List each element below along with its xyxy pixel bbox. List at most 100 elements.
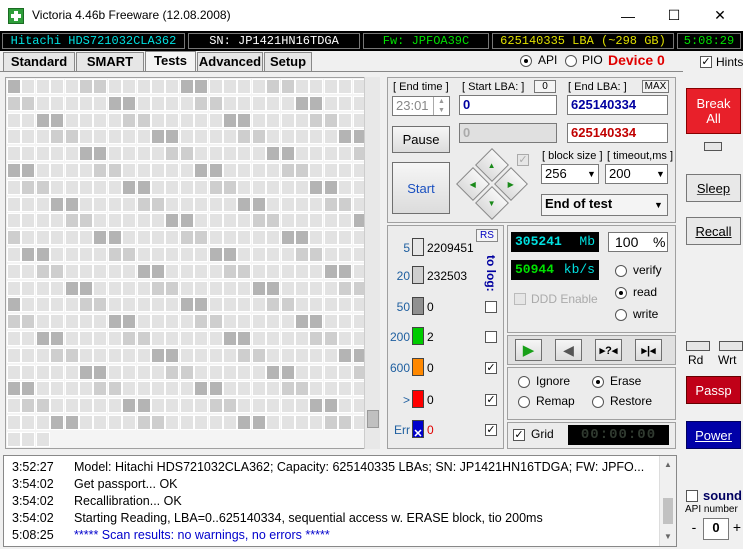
grid-cell [338, 112, 353, 128]
to-end-icon[interactable]: ▸|◂ [635, 339, 662, 361]
verify-radio[interactable] [615, 265, 627, 277]
grid-cell [107, 163, 122, 178]
drive-capacity: 625140335 LBA (~298 GB) [492, 33, 674, 49]
end-lba-max-button[interactable]: MAX [642, 80, 669, 93]
grid-checkbox[interactable]: ✓ [513, 429, 525, 441]
to-log-checkbox[interactable]: ✓ [485, 362, 497, 374]
grid-cell [251, 398, 266, 414]
maximize-button[interactable]: ☐ [651, 0, 697, 31]
recall-button[interactable]: Recall [686, 217, 741, 245]
log-row: 3:54:02 Starting Reading, LBA=0..62514033… [12, 511, 543, 528]
passp-button[interactable]: Passp [686, 376, 741, 404]
grid-cell [35, 364, 50, 380]
grid-cell [237, 297, 252, 313]
grid-cell [151, 213, 165, 229]
api-number-input[interactable]: 0 [703, 518, 729, 540]
log-scroll-down-icon[interactable]: ▼ [664, 532, 672, 541]
rs-button[interactable]: RS [476, 229, 498, 242]
to-log-checkbox[interactable] [485, 331, 497, 343]
rewind-icon[interactable]: ◀ [555, 339, 582, 361]
grid-cell [7, 431, 21, 447]
grid-cell [64, 112, 79, 128]
api-number-minus[interactable]: - [686, 519, 702, 539]
start-button[interactable]: Start [392, 162, 450, 214]
api-radio[interactable] [520, 55, 532, 67]
skip-seek-icon[interactable]: ▸?◂ [595, 339, 622, 361]
sleep-button[interactable]: Sleep [686, 174, 741, 202]
break-all-button[interactable]: Break All [686, 88, 741, 134]
timeout-dropdown-icon[interactable]: ▼ [654, 165, 667, 183]
grid-cell [237, 364, 252, 380]
grid-cell [309, 331, 324, 346]
ignore-radio[interactable] [518, 376, 530, 388]
stats-color-block [412, 266, 424, 284]
ddd-enable-checkbox[interactable] [514, 293, 526, 305]
end-action-dropdown-icon[interactable]: ▼ [651, 196, 666, 214]
tab-standard[interactable]: Standard [3, 52, 75, 71]
grid-cell [7, 364, 21, 380]
grid-cell [151, 196, 165, 212]
erase-radio[interactable] [592, 376, 604, 388]
end-lba-input[interactable]: 625140334 [567, 95, 668, 115]
end-action-select[interactable]: End of test [541, 194, 668, 216]
grid-cell [136, 347, 151, 363]
grid-cell [21, 112, 36, 128]
tab-smart[interactable]: SMART [76, 52, 144, 71]
hints-checkbox[interactable]: ✓ [700, 56, 712, 68]
grid-cell [338, 213, 353, 229]
power-button[interactable]: Power [686, 421, 741, 449]
pause-button[interactable]: Pause [392, 126, 450, 153]
stats-label: > [402, 393, 410, 407]
grid-cell [7, 213, 21, 229]
log-scrollbar-thumb[interactable] [663, 498, 673, 524]
tab-advanced[interactable]: Advanced [197, 52, 263, 71]
to-log-checkbox[interactable]: ✓ [485, 424, 497, 436]
to-log-checkbox[interactable]: ✓ [485, 394, 497, 406]
stats-color-block [412, 327, 424, 345]
start-lba-input[interactable]: 0 [459, 95, 557, 115]
wrt-label: Wrt [718, 353, 737, 367]
grid-cell [323, 247, 338, 262]
restore-radio[interactable] [592, 396, 604, 408]
pad-checkbox[interactable]: ✓ [517, 154, 529, 166]
api-number-plus[interactable]: + [731, 519, 743, 539]
grid-cell [50, 95, 65, 111]
start-lba-zero-button[interactable]: 0 [534, 80, 556, 93]
grid-cell [165, 364, 180, 380]
grid-cell [338, 263, 353, 279]
to-log-checkbox[interactable] [485, 301, 497, 313]
grid-cell [107, 347, 122, 363]
grid-cell [64, 95, 79, 111]
grid-cell [151, 247, 165, 262]
grid-cell [35, 331, 50, 346]
grid-cell [208, 179, 223, 195]
grid-scrollbar-thumb[interactable] [367, 410, 379, 428]
log-scroll-up-icon[interactable]: ▲ [664, 460, 672, 469]
log-scrollbar[interactable]: ▲ ▼ [659, 456, 676, 546]
grid-cell [194, 79, 209, 94]
sound-checkbox[interactable] [686, 490, 698, 502]
read-radio[interactable] [615, 287, 627, 299]
write-radio[interactable] [615, 309, 627, 321]
grid-cell [93, 314, 108, 330]
end-time-spinner[interactable]: ▲ ▼ [433, 97, 449, 115]
grid-cell [93, 331, 108, 346]
grid-label: Grid [531, 427, 554, 441]
title-bar: Victoria 4.46b Freeware (12.08.2008) — ☐… [0, 0, 743, 31]
tab-tests[interactable]: Tests [145, 51, 196, 71]
grid-cell [323, 415, 338, 430]
play-icon[interactable]: ▶ [515, 339, 542, 361]
tab-setup[interactable]: Setup [264, 52, 312, 71]
grid-cell [179, 230, 194, 246]
grid-scrollbar[interactable] [364, 77, 380, 449]
grid-cell [266, 280, 281, 296]
grid-cell [237, 314, 252, 330]
block-size-dropdown-icon[interactable]: ▼ [585, 165, 598, 183]
grid-cell [295, 79, 309, 94]
pio-radio[interactable] [565, 55, 577, 67]
close-button[interactable]: ✕ [697, 0, 743, 31]
grid-cell [151, 263, 165, 279]
remap-radio[interactable] [518, 396, 530, 408]
grid-cell [223, 381, 237, 397]
minimize-button[interactable]: — [605, 0, 651, 31]
